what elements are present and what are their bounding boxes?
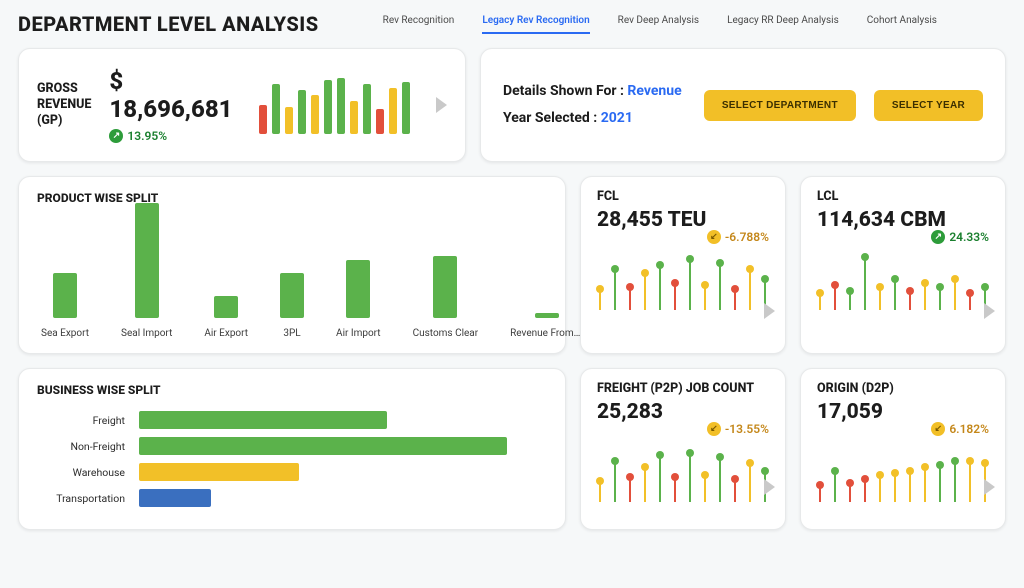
product-wise-split-title: PRODUCT WISE SPLIT: [37, 191, 547, 205]
product-category-label: Sea Export: [41, 328, 89, 339]
business-category-label: Warehouse: [37, 466, 125, 479]
freight-value: 25,283: [597, 400, 769, 424]
origin-next-icon[interactable]: [984, 479, 995, 495]
select-department-button[interactable]: SELECT DEPARTMENT: [704, 90, 856, 121]
gross-revenue-pct: ↗ 13.95%: [109, 129, 167, 143]
lcl-next-icon[interactable]: [984, 303, 995, 319]
origin-sparkline: [817, 444, 989, 504]
tab-rev-recognition[interactable]: Rev Recognition: [383, 15, 455, 34]
gross-revenue-sparkline: [259, 76, 410, 134]
year-selected-value[interactable]: 2021: [601, 110, 633, 126]
product-category-label: Customs Clear: [413, 328, 479, 339]
tab-legacy-rr-deep-analysis[interactable]: Legacy RR Deep Analysis: [727, 15, 839, 34]
arrow-down-icon: ↙: [707, 422, 721, 436]
lcl-card: LCL 114,634 CBM ↗24.33%: [800, 176, 1006, 354]
page-title: DEPARTMENT LEVEL ANALYSIS: [18, 12, 319, 36]
product-wise-split-chart: Sea Export Seal Import Air Export 3PL Air Im…: [37, 219, 547, 339]
arrow-down-icon: ↙: [707, 230, 721, 244]
freight-card: FREIGHT (P2P) JOB COUNT 25,283 ↙-13.55%: [580, 368, 786, 530]
origin-pct: ↙6.182%: [931, 422, 989, 436]
business-wise-split-title: BUSINESS WISE SPLIT: [37, 383, 547, 397]
lcl-pct: ↗24.33%: [931, 230, 989, 244]
select-year-button[interactable]: SELECT YEAR: [874, 90, 983, 121]
fcl-card: FCL 28,455 TEU ↙-6.788%: [580, 176, 786, 354]
fcl-value: 28,455 TEU: [597, 208, 769, 232]
gross-revenue-label: GROSS REVENUE (GP): [37, 81, 91, 130]
freight-pct: ↙-13.55%: [707, 422, 769, 436]
product-category-label: Seal Import: [121, 328, 172, 339]
origin-card: ORIGIN (D2P) 17,059 ↙6.182%: [800, 368, 1006, 530]
product-category-label: Air Import: [336, 328, 381, 339]
freight-title: FREIGHT (P2P) JOB COUNT: [597, 381, 769, 396]
details-shown-for-value[interactable]: Revenue: [627, 83, 681, 99]
origin-value: 17,059: [817, 400, 989, 424]
arrow-up-icon: ↗: [931, 230, 945, 244]
fcl-next-icon[interactable]: [764, 303, 775, 319]
product-category-label: Revenue From….: [510, 328, 583, 339]
details-shown-for-label: Details Shown For :: [503, 83, 627, 99]
business-category-label: Transportation: [37, 492, 125, 505]
product-category-label: 3PL: [283, 328, 300, 339]
business-category-label: Non-Freight: [37, 440, 125, 453]
tab-rev-deep-analysis[interactable]: Rev Deep Analysis: [618, 15, 699, 34]
arrow-down-icon: ↙: [931, 422, 945, 436]
product-category-label: Air Export: [204, 328, 248, 339]
lcl-title: LCL: [817, 189, 989, 204]
freight-next-icon[interactable]: [764, 479, 775, 495]
business-category-label: Freight: [37, 414, 125, 427]
tab-legacy-rev-recognition[interactable]: Legacy Rev Recognition: [482, 15, 589, 34]
gross-revenue-value: $ 18,696,681: [109, 67, 241, 123]
freight-sparkline: [597, 444, 769, 504]
product-wise-split-card: PRODUCT WISE SPLIT Sea Export Seal Import…: [18, 176, 566, 354]
business-wise-split-card: BUSINESS WISE SPLIT Freight Non-Freight Wa…: [18, 368, 566, 530]
fcl-title: FCL: [597, 189, 769, 204]
year-selected-label: Year Selected :: [503, 110, 601, 126]
fcl-sparkline: [597, 252, 769, 312]
business-wise-split-chart: Freight Non-Freight Warehouse Transportatio…: [37, 411, 547, 507]
fcl-pct: ↙-6.788%: [707, 230, 769, 244]
tab-bar: Rev Recognition Legacy Rev Recognition Rev…: [383, 15, 937, 34]
lcl-value: 114,634 CBM: [817, 208, 989, 232]
gross-next-icon[interactable]: [436, 97, 447, 113]
tab-cohort-analysis[interactable]: Cohort Analysis: [867, 15, 937, 34]
arrow-up-icon: ↗: [109, 129, 123, 143]
gross-revenue-card: GROSS REVENUE (GP) $ 18,696,681 ↗ 13.95%: [18, 48, 466, 162]
lcl-sparkline: [817, 252, 989, 312]
origin-title: ORIGIN (D2P): [817, 381, 989, 396]
details-card: Details Shown For : Revenue Year Selecte…: [480, 48, 1006, 162]
